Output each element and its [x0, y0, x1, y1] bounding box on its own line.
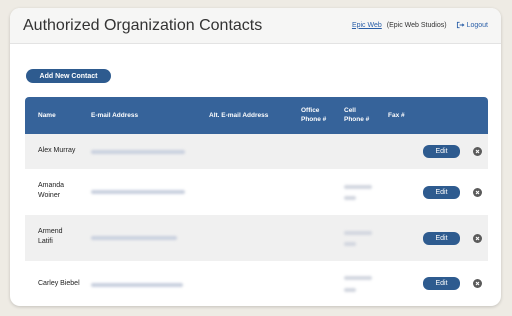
cell-redacted: [344, 185, 372, 189]
table-row: Carley Biebel Edit: [25, 261, 488, 306]
email-redacted: [91, 283, 183, 287]
email-redacted: [91, 236, 177, 240]
close-circle-icon[interactable]: [473, 279, 482, 288]
col-fax: Fax #: [388, 112, 405, 119]
logout-icon: [456, 21, 465, 29]
contact-name: Amanda Woiner: [38, 182, 65, 199]
close-circle-icon[interactable]: [473, 147, 482, 156]
page-header: Authorized Organization Contacts Epic We…: [10, 8, 501, 44]
edit-button[interactable]: Edit: [423, 232, 460, 245]
table-row: Armend Latifi Edit: [25, 215, 488, 261]
cell-redacted: [344, 288, 356, 292]
email-redacted: [91, 150, 185, 154]
add-new-contact-button[interactable]: Add New Contact: [26, 69, 111, 83]
table-header: Name E-mail Address Alt. E-mail Address …: [25, 97, 488, 134]
cell-redacted: [344, 276, 372, 280]
logout-link[interactable]: Logout: [456, 21, 488, 29]
table-row: Amanda Woiner Edit: [25, 169, 488, 215]
close-circle-icon[interactable]: [473, 188, 482, 197]
cell-redacted: [344, 196, 356, 200]
col-office-phone: Office Phone #: [301, 107, 327, 123]
edit-button[interactable]: Edit: [423, 277, 460, 290]
edit-button[interactable]: Edit: [423, 186, 460, 199]
contact-name: Carley Biebel: [38, 280, 80, 287]
table-row: Alex Murray Edit: [25, 134, 488, 169]
contact-name: Armend Latifi: [38, 228, 63, 245]
close-circle-icon[interactable]: [473, 234, 482, 243]
col-email: E-mail Address: [91, 112, 139, 119]
header-user-area: Epic Web (Epic Web Studios) Logout: [352, 21, 488, 29]
edit-button[interactable]: Edit: [423, 145, 460, 158]
cell-redacted: [344, 231, 372, 235]
col-cell-phone: Cell Phone #: [344, 107, 370, 123]
col-alt-email: Alt. E-mail Address: [209, 112, 269, 119]
user-link[interactable]: Epic Web: [352, 22, 382, 29]
col-name: Name: [38, 112, 56, 119]
contact-name: Alex Murray: [38, 147, 76, 154]
contacts-card: Authorized Organization Contacts Epic We…: [10, 8, 501, 306]
org-name: (Epic Web Studios): [386, 21, 447, 29]
contacts-table: Name E-mail Address Alt. E-mail Address …: [25, 97, 488, 306]
cell-redacted: [344, 242, 356, 246]
page-title: Authorized Organization Contacts: [23, 17, 263, 34]
logout-label: Logout: [466, 21, 488, 29]
email-redacted: [91, 190, 185, 194]
